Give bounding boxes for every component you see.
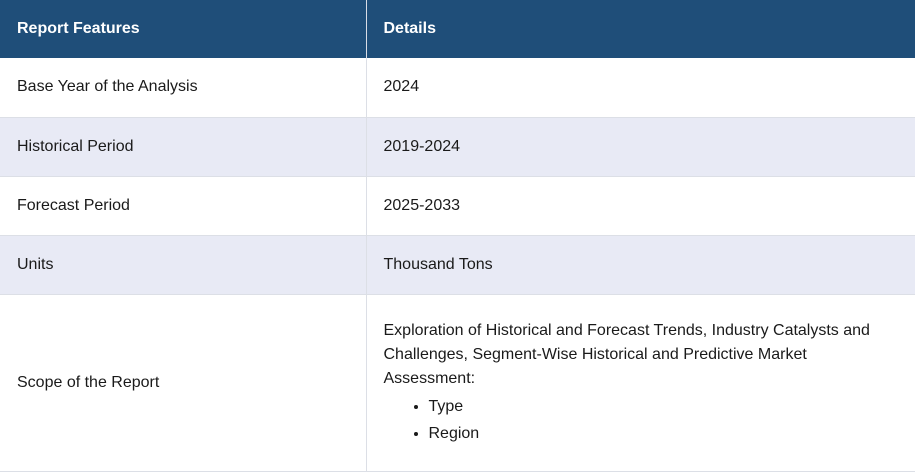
report-features-table: Report Features Details Base Year of the…: [0, 0, 915, 472]
table-row: Units Thousand Tons: [0, 235, 915, 295]
row-detail: 2024: [366, 58, 915, 118]
scope-detail-cell: Exploration of Historical and Forecast T…: [366, 294, 915, 472]
row-detail: 2019-2024: [366, 117, 915, 177]
scope-description: Exploration of Historical and Forecast T…: [383, 321, 870, 387]
header-report-features: Report Features: [0, 0, 367, 58]
row-feature: Scope of the Report: [0, 294, 367, 472]
row-feature: Base Year of the Analysis: [0, 58, 367, 118]
table-header-row: Report Features Details: [0, 0, 915, 58]
row-detail: Thousand Tons: [366, 235, 915, 295]
list-item: Region: [429, 420, 915, 447]
header-details: Details: [366, 0, 915, 58]
list-item: Type: [429, 393, 915, 420]
row-feature: Historical Period: [0, 117, 367, 177]
table-row: Forecast Period 2025-2033: [0, 176, 915, 236]
table-row: Base Year of the Analysis 2024: [0, 58, 915, 118]
row-feature: Forecast Period: [0, 176, 367, 236]
table-row-scope: Scope of the Report Exploration of Histo…: [0, 294, 915, 472]
row-detail: 2025-2033: [366, 176, 915, 236]
scope-list: Type Region: [384, 393, 915, 447]
row-feature: Units: [0, 235, 367, 295]
table-row: Historical Period 2019-2024: [0, 117, 915, 177]
